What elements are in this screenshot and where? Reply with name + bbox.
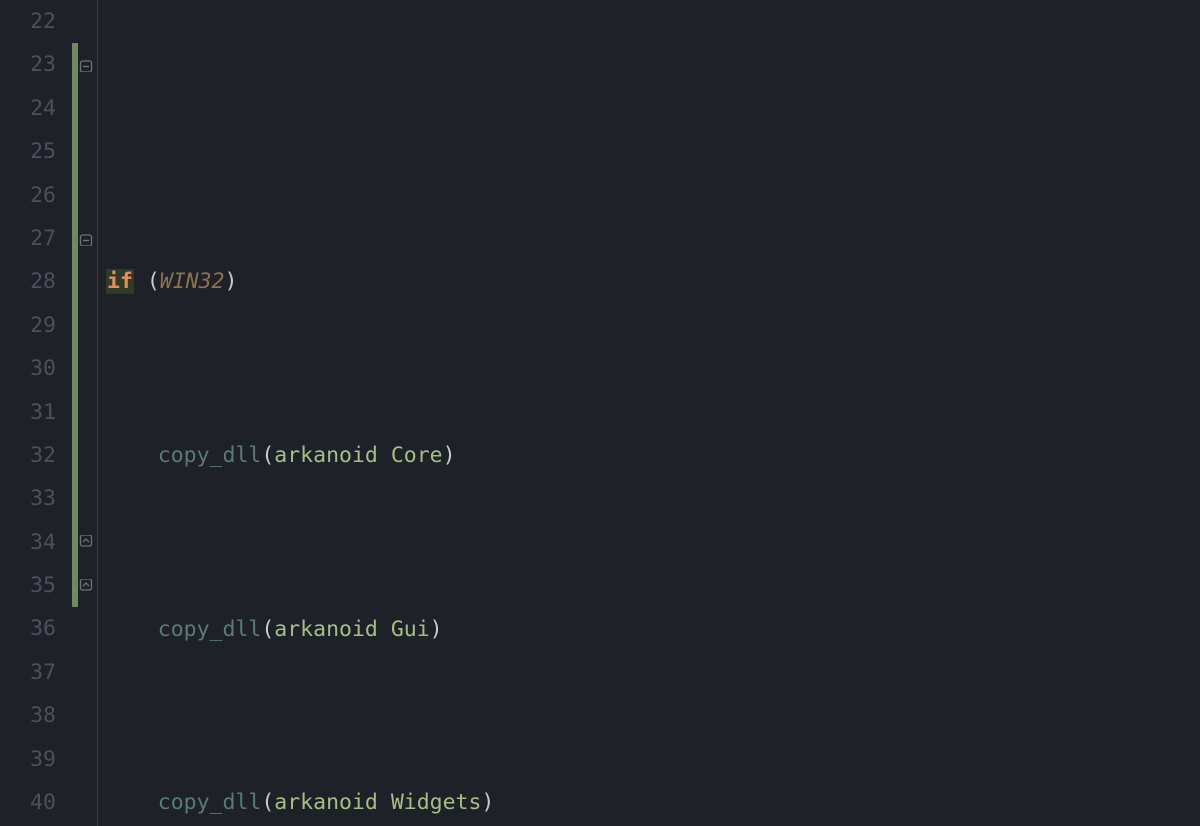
line-number: 39 [0, 738, 56, 781]
code-line[interactable]: copy_dll(arkanoid Gui) [106, 608, 1200, 651]
line-number: 31 [0, 391, 56, 434]
code-line[interactable]: copy_dll(arkanoid Core) [106, 434, 1200, 477]
code-editor[interactable]: 22 23 24 25 26 27 28 29 30 31 32 33 34 3… [0, 0, 1200, 826]
line-number: 35 [0, 564, 56, 607]
line-number: 40 [0, 781, 56, 824]
line-number: 29 [0, 304, 56, 347]
line-number: 32 [0, 434, 56, 477]
fold-gutter [78, 0, 98, 826]
line-number: 24 [0, 87, 56, 130]
line-number: 37 [0, 651, 56, 694]
code-line[interactable]: if (WIN32) [106, 260, 1200, 303]
code-area[interactable]: if (WIN32) copy_dll(arkanoid Core) copy_… [98, 0, 1200, 826]
fold-toggle-icon[interactable] [79, 232, 93, 246]
line-number: 22 [0, 0, 56, 43]
line-number: 36 [0, 607, 56, 650]
line-number: 34 [0, 521, 56, 564]
fold-end-icon[interactable] [79, 535, 93, 549]
fold-toggle-icon[interactable] [79, 58, 93, 72]
line-number: 23 [0, 43, 56, 86]
line-number: 30 [0, 347, 56, 390]
line-number: 26 [0, 174, 56, 217]
line-number: 27 [0, 217, 56, 260]
code-line[interactable] [106, 87, 1200, 130]
line-number: 25 [0, 130, 56, 173]
fold-end-icon[interactable] [79, 579, 93, 593]
line-number: 28 [0, 260, 56, 303]
code-line[interactable]: copy_dll(arkanoid Widgets) [106, 781, 1200, 824]
line-number-gutter: 22 23 24 25 26 27 28 29 30 31 32 33 34 3… [0, 0, 72, 826]
line-number: 33 [0, 477, 56, 520]
line-number: 38 [0, 694, 56, 737]
